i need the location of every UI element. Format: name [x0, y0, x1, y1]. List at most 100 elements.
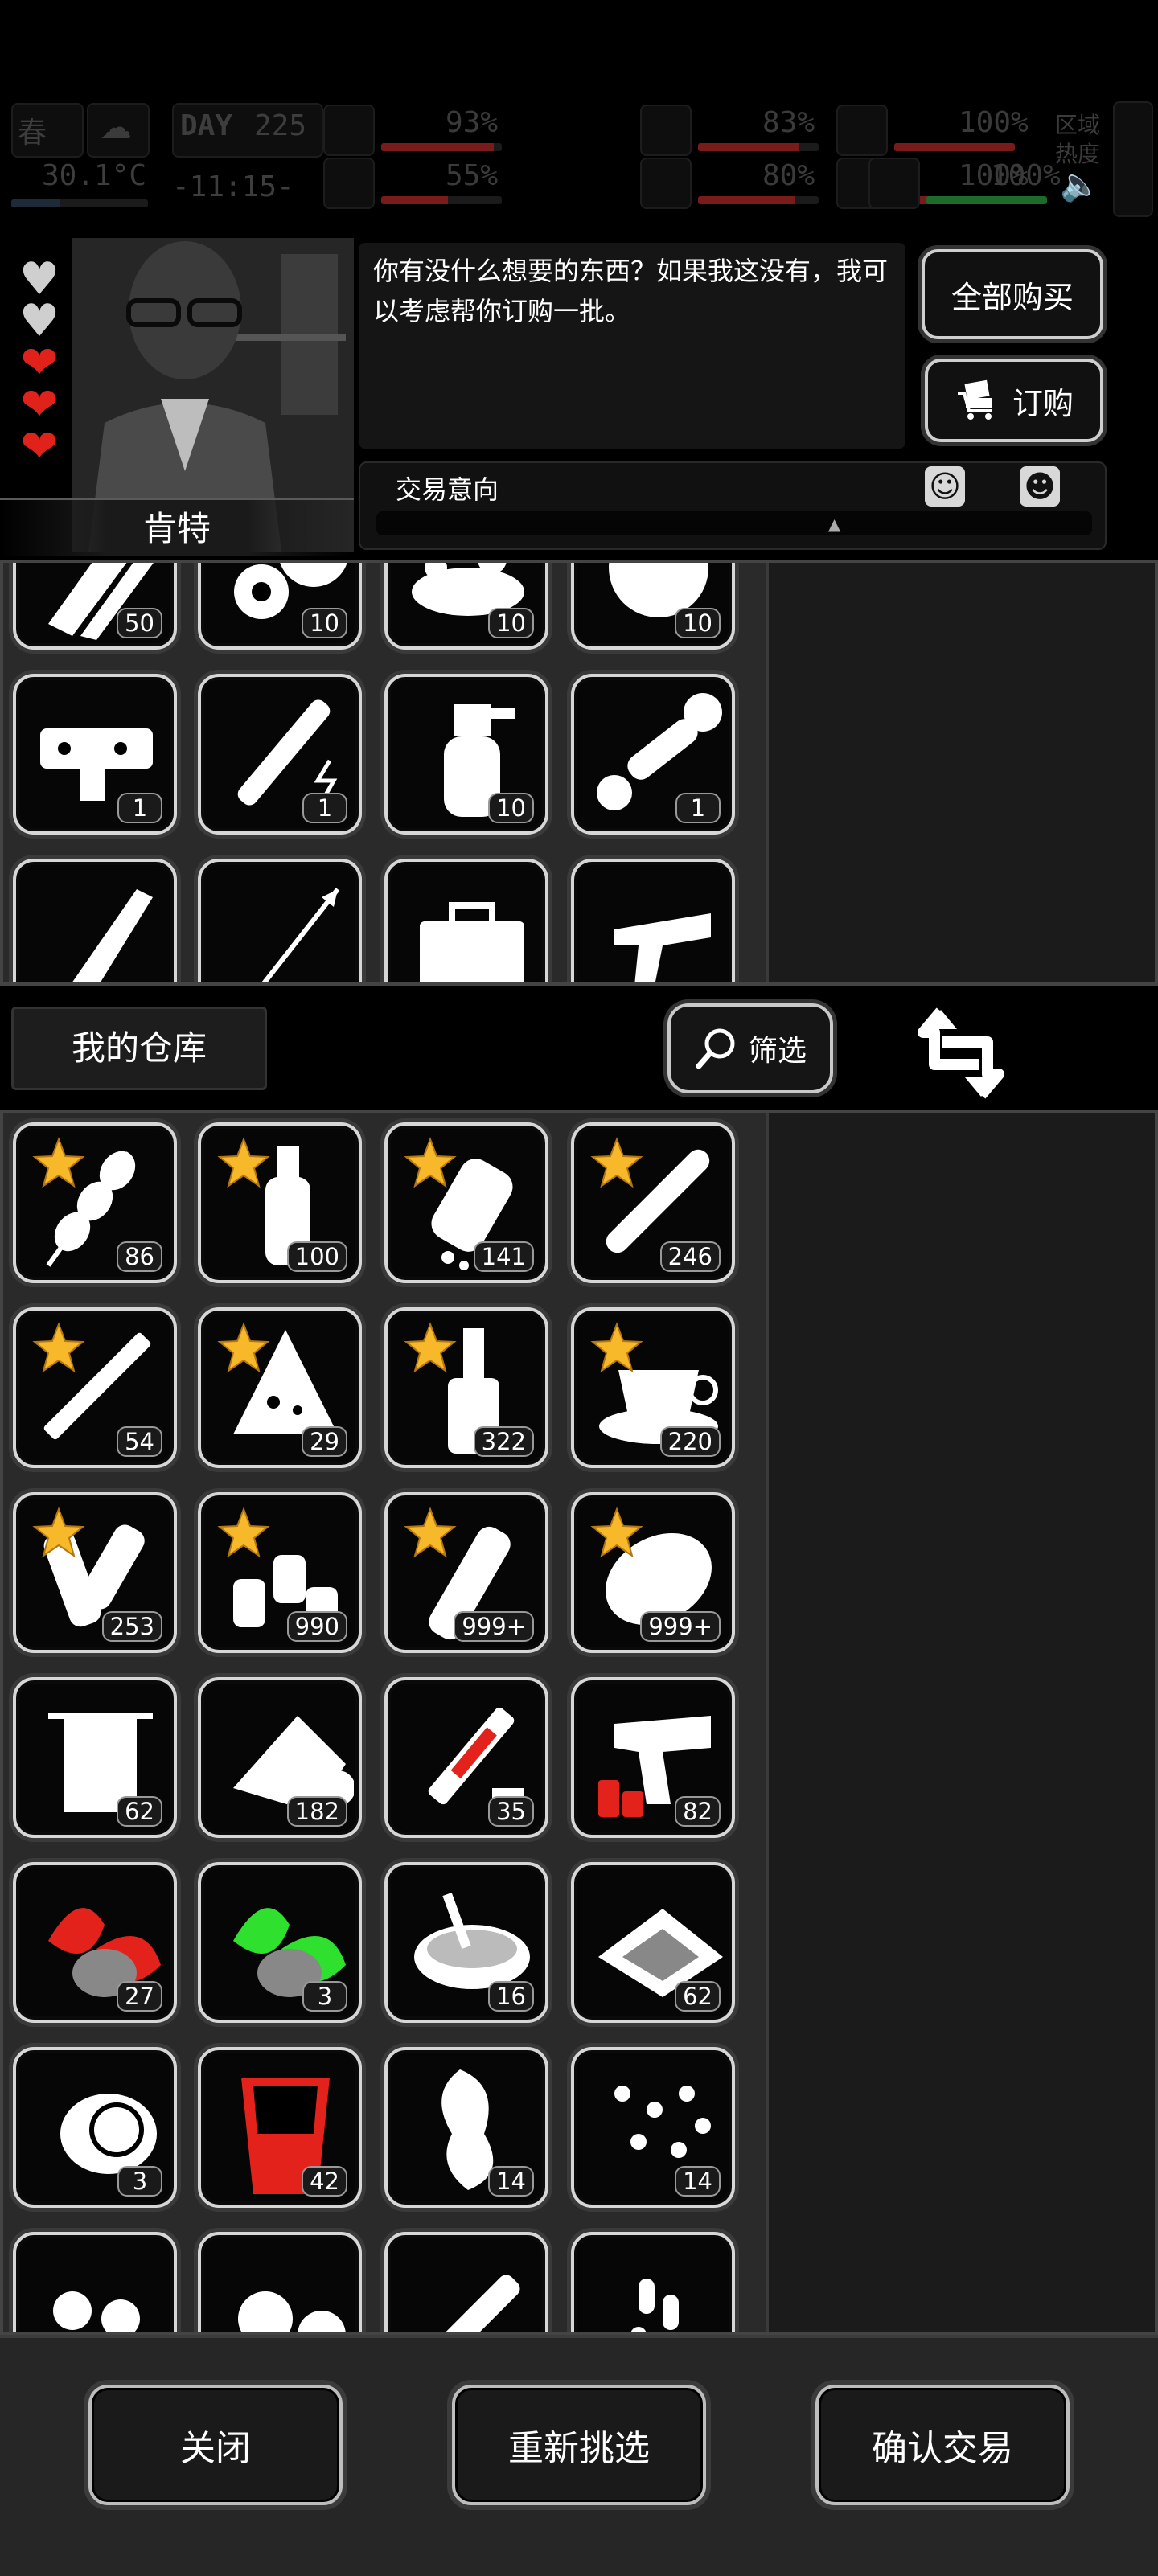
item-slot[interactable]: 42 [198, 2047, 362, 2208]
item-slot[interactable]: 62 [571, 1862, 735, 2023]
item-quantity: 246 [659, 1241, 721, 1272]
item-slot[interactable]: 27 [13, 1862, 177, 2023]
item-slot[interactable]: 3 [198, 1862, 362, 2023]
deal-intent-marker: ▲ [827, 515, 841, 534]
toolbox-icon [420, 902, 524, 982]
item-quantity: 220 [659, 1426, 721, 1457]
item-slot[interactable]: 10 [384, 563, 548, 650]
item-quantity: 27 [117, 1981, 162, 2012]
item-quantity: 1 [302, 793, 347, 823]
item-slot[interactable]: 182 [198, 1677, 362, 1838]
relationship-hearts: ♥ ♥ ❤ ❤ ❤ [16, 257, 66, 470]
item-slot[interactable]: 1 [571, 674, 735, 835]
item-quantity: 54 [117, 1426, 162, 1457]
sanity-value: 100% [991, 159, 1061, 192]
item-slot[interactable]: 29 [198, 1307, 362, 1468]
confirm-trade-button[interactable]: 确认交易 [815, 2385, 1070, 2505]
item-slot[interactable] [198, 2232, 362, 2332]
trader-item-grid[interactable]: 50 10 10 10 1 1 10 1 [3, 563, 766, 982]
favorite-star-icon [404, 1137, 457, 1188]
sanity-bar [926, 196, 1047, 204]
favorite-star-icon [217, 1507, 270, 1558]
item-slot[interactable]: 82 [571, 1677, 735, 1838]
item-slot[interactable]: 1 [198, 674, 362, 835]
item-slot[interactable]: 14 [571, 2047, 735, 2208]
item-quantity: 10 [488, 793, 534, 823]
item-quantity: 42 [302, 2166, 347, 2197]
item-slot[interactable]: 14 [384, 2047, 548, 2208]
stamina-bar [894, 143, 1015, 151]
mood-bar [381, 196, 502, 204]
pistol-icon [614, 913, 711, 982]
item-quantity: 86 [117, 1241, 162, 1272]
item-slot[interactable]: 10 [571, 563, 735, 650]
item-slot[interactable]: 62 [13, 1677, 177, 1838]
item-slot[interactable] [198, 859, 362, 982]
dialogue-text: 你有没什么想要的东西？如果我这没有，我可以考虑帮你订购一批。 [373, 256, 889, 326]
favorite-star-icon [217, 1137, 270, 1188]
dropper-icon [424, 2275, 520, 2332]
item-quantity: 999+ [454, 1611, 534, 1642]
item-quantity: 14 [675, 2166, 721, 2197]
item-slot[interactable] [571, 2232, 735, 2332]
item-slot[interactable]: 50 [13, 563, 177, 650]
health-bar [381, 143, 502, 151]
item-slot[interactable]: 999+ [384, 1492, 548, 1653]
warehouse-detail-panel [766, 1113, 1155, 2332]
trader-inventory-panel[interactable]: 50 10 10 10 1 1 10 1 [0, 560, 1158, 986]
item-slot[interactable]: 999+ [571, 1492, 735, 1653]
item-slot[interactable]: 246 [571, 1122, 735, 1283]
speaker-icon[interactable]: 🔈 [1060, 166, 1100, 203]
status-hud: 春 ☁ DAY 225 30.1°C -11:15- 93% 83% 100% 55%… [0, 96, 1158, 225]
item-slot[interactable]: 10 [198, 563, 362, 650]
warehouse-header: 我的仓库 筛选 [0, 989, 1158, 1110]
zone-heat-meter [1113, 101, 1153, 217]
warehouse-panel[interactable]: 86 100 141 246 54 29 322 220 253 990 999+ 999+ 62 182… [0, 1110, 1158, 2335]
item-slot[interactable]: 1 [13, 674, 177, 835]
deal-intent-panel: 交易意向 ☺ ☻ ▲ [359, 461, 1107, 550]
favorite-star-icon [404, 1507, 457, 1558]
order-button[interactable]: 订购 [925, 359, 1103, 442]
item-slot[interactable]: 141 [384, 1122, 548, 1283]
item-slot[interactable]: 322 [384, 1307, 548, 1468]
item-slot[interactable] [384, 859, 548, 982]
item-slot[interactable]: 54 [13, 1307, 177, 1468]
item-slot[interactable] [384, 2232, 548, 2332]
favorite-star-icon [590, 1507, 643, 1558]
favorite-star-icon [32, 1507, 85, 1558]
item-quantity: 62 [675, 1981, 721, 2012]
close-button[interactable]: 关闭 [88, 2385, 343, 2505]
order-label: 订购 [1012, 385, 1074, 421]
item-slot[interactable]: 3 [13, 2047, 177, 2208]
item-quantity: 82 [675, 1796, 721, 1827]
item-slot[interactable]: 220 [571, 1307, 735, 1468]
confirm-trade-label: 确认交易 [872, 2428, 1013, 2469]
item-slot[interactable] [571, 859, 735, 982]
capsules-icon [630, 2279, 679, 2332]
item-slot[interactable]: 86 [13, 1122, 177, 1283]
reselect-button[interactable]: 重新挑选 [452, 2385, 706, 2505]
close-label: 关闭 [180, 2428, 251, 2469]
item-slot[interactable]: 253 [13, 1492, 177, 1653]
warehouse-item-grid[interactable]: 86 100 141 246 54 29 322 220 253 990 999+ 999+ 62 182… [3, 1113, 766, 2332]
item-slot[interactable] [13, 859, 177, 982]
item-slot[interactable]: 35 [384, 1677, 548, 1838]
item-quantity: 35 [488, 1796, 534, 1827]
buy-all-label: 全部购买 [951, 279, 1074, 315]
hunger-bar [698, 143, 819, 151]
zone-heat-label: 区域热度 [1055, 112, 1101, 167]
hunger-icon [640, 105, 692, 156]
item-slot[interactable]: 990 [198, 1492, 362, 1653]
clock-readout: -11:15- [172, 170, 294, 203]
temperature-readout: 30.1°C [42, 159, 147, 192]
item-slot[interactable] [13, 2232, 177, 2332]
item-quantity: 322 [473, 1426, 534, 1457]
item-slot[interactable]: 100 [198, 1122, 362, 1283]
hunger-value: 83% [762, 106, 815, 139]
swap-icon[interactable] [917, 1005, 1005, 1101]
filter-button[interactable]: 筛选 [667, 1003, 833, 1093]
item-quantity: 62 [117, 1796, 162, 1827]
item-slot[interactable]: 10 [384, 674, 548, 835]
buy-all-button[interactable]: 全部购买 [922, 249, 1103, 339]
item-slot[interactable]: 16 [384, 1862, 548, 2023]
